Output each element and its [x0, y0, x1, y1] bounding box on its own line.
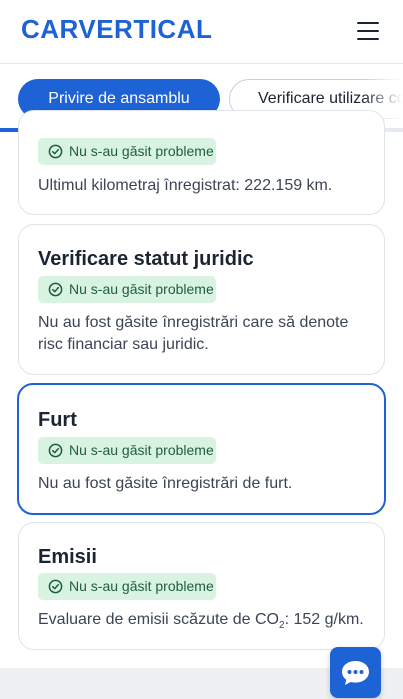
status-badge-label: Nu s-au găsit probleme: [69, 578, 214, 594]
status-badge-label: Nu s-au găsit probleme: [69, 143, 214, 159]
check-circle-icon: [48, 579, 63, 594]
check-circle-icon: [48, 443, 63, 458]
menu-button[interactable]: [357, 20, 381, 40]
status-badge-label: Nu s-au găsit probleme: [69, 281, 214, 297]
card-title: Verificare statut juridic: [38, 248, 254, 270]
chat-bubble-icon: [342, 661, 369, 685]
tab-overview-label: Privire de ansamblu: [48, 90, 190, 107]
logo[interactable]: CARVERTICAL: [21, 14, 212, 45]
status-badge: Nu s-au găsit probleme: [38, 138, 216, 165]
emissions-value: : 152 g/km.: [284, 611, 364, 628]
chat-button[interactable]: [330, 647, 381, 698]
hamburger-icon: [357, 22, 379, 24]
card-title: Emisii: [38, 546, 97, 568]
card-description: Evaluare de emisii scăzute de CO2: 152 g…: [38, 609, 368, 637]
status-badge-label: Nu s-au găsit probleme: [69, 442, 214, 458]
card-theft: Furt Nu s-au găsit probleme Nu au fost g…: [17, 383, 386, 515]
status-badge: Nu s-au găsit probleme: [38, 276, 216, 303]
emissions-text: Evaluare de emisii scăzute de CO: [38, 611, 279, 628]
app-header: CARVERTICAL: [0, 0, 403, 64]
card-description: Ultimul kilometraj înregistrat: 222.159 …: [38, 177, 333, 194]
status-badge: Nu s-au găsit probleme: [38, 573, 216, 600]
card-description: Nu au fost găsite înregistrări care să d…: [38, 314, 349, 353]
card-legal-status: Verificare statut juridic Nu s-au găsit …: [18, 224, 385, 375]
card-description: Nu au fost găsite înregistrări de furt.: [38, 475, 293, 492]
logo-text: CARVERTICAL: [21, 14, 213, 44]
check-circle-icon: [48, 282, 63, 297]
card-mileage: Nu s-au găsit probleme Ultimul kilometra…: [18, 110, 385, 215]
check-circle-icon: [48, 144, 63, 159]
card-title: Furt: [38, 409, 77, 431]
card-emissions: Emisii Nu s-au găsit probleme Evaluare d…: [18, 522, 385, 650]
status-badge: Nu s-au găsit probleme: [38, 437, 216, 464]
